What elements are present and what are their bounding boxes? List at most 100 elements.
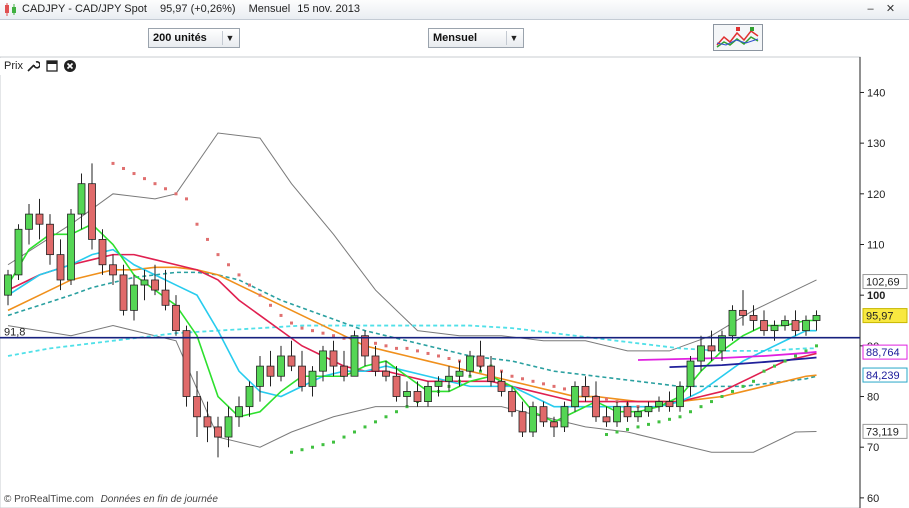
candle-body: [340, 365, 348, 377]
sar-dot: [185, 197, 188, 201]
candle-body: [529, 406, 537, 433]
price-tag-label: 84,239: [866, 370, 900, 382]
pane-header: Prix: [0, 58, 80, 75]
price-axis: 60708090100110120130140: [860, 87, 885, 505]
sar-dot: [216, 253, 220, 257]
price-tag: 84,239: [862, 367, 908, 383]
candle: [728, 305, 737, 341]
sar-dot: [237, 273, 241, 277]
price-tag: 95,97: [862, 308, 908, 324]
candle-body: [224, 416, 233, 438]
candle-body: [130, 284, 138, 311]
sar-dot: [269, 303, 272, 307]
price-tag-label: 73,119: [866, 426, 899, 438]
wrench-icon[interactable]: [26, 59, 40, 73]
candle-body: [308, 370, 317, 387]
footer-copyright: © ProRealTime.com: [4, 494, 94, 505]
sar-dot: [752, 379, 755, 383]
y-tick-label: 60: [867, 493, 879, 505]
price-chart[interactable]: 60708090100110120130140 91,8 102,6995,97…: [0, 0, 909, 508]
sar-dot: [395, 346, 398, 350]
candle-body: [770, 325, 779, 332]
y-tick-label: 100: [867, 290, 885, 302]
y-tick-label: 110: [867, 239, 885, 251]
candle-body: [193, 396, 201, 418]
candle-body: [781, 320, 789, 326]
candle-body: [424, 385, 432, 402]
candle-body: [676, 385, 684, 408]
candle-body: [14, 228, 23, 276]
candle-body: [214, 426, 222, 438]
sar-dot: [657, 420, 661, 424]
candle-body: [707, 345, 716, 352]
sar-dot: [447, 357, 451, 361]
candle: [14, 224, 23, 280]
y-tick-label: 80: [867, 392, 879, 404]
candle-body: [361, 335, 369, 357]
sar-dot: [542, 382, 545, 386]
candle-body: [98, 239, 107, 266]
candle-body: [88, 183, 96, 240]
candle-body: [392, 375, 401, 397]
horizontal-level-label: 91,8: [4, 327, 25, 339]
candle-body: [791, 320, 800, 332]
candle-body: [245, 385, 254, 408]
price-tag: 102,69: [862, 274, 908, 290]
candle-body: [487, 365, 495, 382]
candle: [529, 401, 537, 438]
price-tag-label: 88,764: [866, 347, 900, 359]
sar-dot: [374, 341, 377, 345]
candle-body: [812, 315, 821, 321]
sar-dot: [405, 346, 409, 350]
sar-dot: [311, 329, 314, 333]
candle-body: [119, 274, 128, 311]
y-tick-label: 120: [867, 189, 885, 201]
candle-body: [560, 406, 569, 428]
sar-dot: [143, 177, 146, 181]
window-icon[interactable]: [45, 59, 59, 73]
candle-body: [25, 213, 33, 230]
sar-dot: [510, 374, 514, 378]
sar-dot: [636, 425, 640, 429]
sar-dot: [563, 387, 566, 391]
sar-dot: [647, 422, 650, 426]
sar-dot: [678, 415, 682, 419]
candle-body: [749, 315, 758, 321]
sar-dot: [374, 420, 377, 424]
candle-body: [581, 385, 590, 397]
candle-body: [109, 264, 117, 276]
sar-dot: [321, 331, 325, 335]
sar-dot: [111, 161, 115, 165]
sar-dot: [206, 237, 209, 241]
sar-dot: [605, 397, 608, 401]
sar-dot: [342, 435, 346, 439]
sar-dot: [132, 172, 136, 176]
candle-body: [466, 355, 474, 372]
sar-dot: [321, 443, 325, 447]
sar-dot: [311, 445, 314, 449]
sar-dot: [741, 384, 745, 388]
candle-body: [623, 406, 632, 418]
sar-dot: [773, 364, 776, 368]
candle-body: [403, 391, 411, 397]
sar-dot: [395, 410, 398, 414]
sar-dot: [531, 379, 535, 383]
candle-body: [382, 370, 390, 377]
candle-body: [476, 355, 485, 367]
candle: [67, 209, 75, 286]
candle-body: [686, 360, 695, 387]
candle-body: [4, 274, 12, 296]
sar-dot: [710, 400, 713, 404]
sar-dot: [290, 450, 293, 454]
candle-body: [550, 421, 558, 428]
sar-dot: [720, 395, 724, 399]
sar-dot: [300, 448, 304, 452]
candle-body: [371, 355, 380, 372]
close-circle-icon[interactable]: [63, 59, 77, 73]
candle-body: [140, 279, 149, 286]
sar-dot: [290, 321, 293, 325]
candle-body: [172, 304, 180, 332]
candle-body: [613, 406, 621, 423]
sar-dot: [731, 389, 734, 393]
candle-body: [728, 309, 737, 337]
